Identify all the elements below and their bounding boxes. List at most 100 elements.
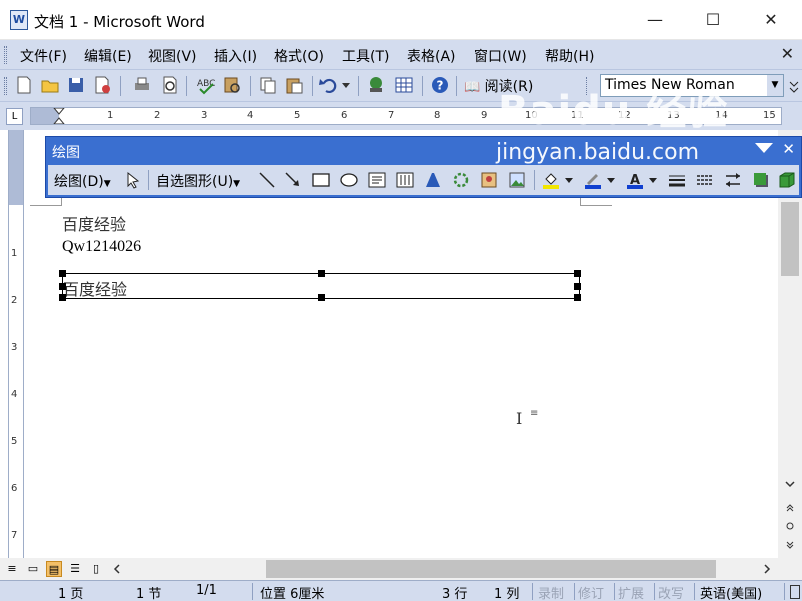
textbox-content[interactable]: 百度经验 <box>63 276 127 300</box>
help-icon[interactable]: ? <box>430 75 450 95</box>
status-language[interactable]: 英语(美国) <box>700 583 762 601</box>
toolbar-grip[interactable] <box>4 77 7 95</box>
spelling-status-icon[interactable] <box>790 585 800 599</box>
scroll-down-icon[interactable] <box>784 478 796 490</box>
table-icon[interactable] <box>394 75 414 95</box>
horizontal-scrollbar[interactable]: ≡ ▭ ▤ ☰ ▯ <box>0 558 802 580</box>
hyperlink-icon[interactable] <box>366 75 386 95</box>
wordart-icon[interactable] <box>424 171 442 189</box>
insert-picture-icon[interactable] <box>508 171 526 189</box>
ruler-number: 2 <box>154 110 161 121</box>
arrow-icon[interactable] <box>284 171 302 189</box>
scroll-right-icon[interactable] <box>762 563 772 575</box>
tab-selector[interactable]: L <box>6 108 23 125</box>
web-layout-view-icon[interactable]: ▭ <box>25 561 41 577</box>
word-app-icon[interactable]: W <box>10 10 28 30</box>
toolbar-options-icon[interactable] <box>755 143 773 153</box>
outline-view-icon[interactable]: ☰ <box>67 561 83 577</box>
rectangle-icon[interactable] <box>312 171 330 189</box>
menu-help[interactable]: 帮助(H) <box>545 46 594 66</box>
3d-style-icon[interactable] <box>778 171 796 189</box>
scroll-left-icon[interactable] <box>112 563 122 575</box>
toolbar-separator <box>422 76 423 96</box>
diagram-icon[interactable] <box>452 171 470 189</box>
undo-icon[interactable] <box>318 75 338 95</box>
status-separator <box>654 583 655 600</box>
resize-handle-bottom-middle[interactable] <box>318 294 325 301</box>
autoshapes-menu-button[interactable]: 自选图形(U)▼ <box>156 171 240 191</box>
status-extend[interactable]: 扩展 <box>618 583 644 601</box>
clip-art-icon[interactable] <box>480 171 498 189</box>
menu-view[interactable]: 视图(V) <box>148 46 197 66</box>
save-icon[interactable] <box>66 75 86 95</box>
copy-icon[interactable] <box>258 75 278 95</box>
menu-table[interactable]: 表格(A) <box>407 46 456 66</box>
menu-window[interactable]: 窗口(W) <box>474 46 527 66</box>
open-folder-icon[interactable] <box>40 75 60 95</box>
resize-handle-bottom-left[interactable] <box>59 294 66 301</box>
title-bar: W 文档 1 - Microsoft Word — ☐ ✕ <box>0 0 802 40</box>
selected-text-box[interactable]: 百度经验 <box>59 270 581 301</box>
menu-insert[interactable]: 插入(I) <box>214 46 257 66</box>
shadow-style-icon[interactable] <box>752 171 770 189</box>
vertical-text-box-icon[interactable] <box>396 171 414 189</box>
menu-tools[interactable]: 工具(T) <box>342 46 389 66</box>
toolbar-options-icon[interactable] <box>788 74 800 98</box>
vertical-scroll-thumb[interactable] <box>781 202 799 276</box>
resize-handle-bottom-right[interactable] <box>574 294 581 301</box>
oval-icon[interactable] <box>340 171 358 189</box>
line-color-icon[interactable] <box>584 171 602 189</box>
indent-marker[interactable] <box>53 108 65 125</box>
resize-handle-middle-left[interactable] <box>59 283 66 290</box>
print-preview-icon[interactable] <box>160 75 180 95</box>
close-button[interactable]: ✕ <box>742 0 800 40</box>
status-track-changes[interactable]: 修订 <box>578 583 604 601</box>
chevron-down-icon[interactable] <box>340 75 352 95</box>
chevron-down-icon[interactable] <box>648 177 658 185</box>
minimize-button[interactable]: — <box>626 0 684 40</box>
menu-bar: 文件(F) 编辑(E) 视图(V) 插入(I) 格式(O) 工具(T) 表格(A… <box>0 40 802 70</box>
line-style-icon[interactable] <box>668 171 686 189</box>
menu-grip[interactable] <box>4 46 7 64</box>
close-document-icon[interactable]: ✕ <box>781 44 794 63</box>
drawing-toolbar-close-icon[interactable]: ✕ <box>782 140 795 158</box>
menu-format[interactable]: 格式(O) <box>274 46 324 66</box>
permission-icon[interactable] <box>92 75 112 95</box>
resize-handle-top-middle[interactable] <box>318 270 325 277</box>
resize-handle-top-left[interactable] <box>59 270 66 277</box>
resize-handle-top-right[interactable] <box>574 270 581 277</box>
menu-edit[interactable]: 编辑(E) <box>84 46 132 66</box>
draw-menu-label: 绘图(D) <box>54 174 104 190</box>
reading-view-icon[interactable]: ▯ <box>88 561 104 577</box>
spelling-icon[interactable]: ABC <box>196 75 216 95</box>
status-overtype[interactable]: 改写 <box>658 583 684 601</box>
arrow-style-icon[interactable] <box>724 171 742 189</box>
horizontal-scroll-thumb[interactable] <box>266 560 716 578</box>
draw-menu-button[interactable]: 绘图(D)▼ <box>54 171 111 191</box>
vertical-ruler[interactable]: 1 2 3 4 5 6 7 <box>8 130 24 560</box>
menu-file[interactable]: 文件(F) <box>20 46 67 66</box>
chevron-down-icon[interactable] <box>564 177 574 185</box>
next-object-icon[interactable] <box>784 540 796 552</box>
print-layout-view-icon[interactable]: ▤ <box>46 561 62 577</box>
new-document-icon[interactable] <box>14 75 34 95</box>
fill-color-icon[interactable] <box>542 171 560 189</box>
document-line-2[interactable]: Qw1214026 <box>62 238 141 256</box>
paste-icon[interactable] <box>284 75 304 95</box>
resize-handle-middle-right[interactable] <box>574 283 581 290</box>
select-browse-object-icon[interactable] <box>784 520 796 532</box>
print-icon[interactable] <box>132 75 152 95</box>
research-icon[interactable] <box>222 75 242 95</box>
select-objects-icon[interactable] <box>124 171 142 189</box>
document-line-1[interactable]: 百度经验 <box>62 211 126 235</box>
maximize-button[interactable]: ☐ <box>684 0 742 40</box>
font-color-icon[interactable]: A <box>626 171 644 189</box>
normal-view-icon[interactable]: ≡ <box>4 561 20 577</box>
line-icon[interactable] <box>258 171 276 189</box>
chevron-down-icon[interactable] <box>606 177 616 185</box>
text-box-icon[interactable] <box>368 171 386 189</box>
dash-style-icon[interactable] <box>696 171 714 189</box>
chevron-down-icon[interactable]: ▼ <box>767 75 783 96</box>
status-record[interactable]: 录制 <box>538 583 564 601</box>
previous-object-icon[interactable] <box>784 500 796 512</box>
